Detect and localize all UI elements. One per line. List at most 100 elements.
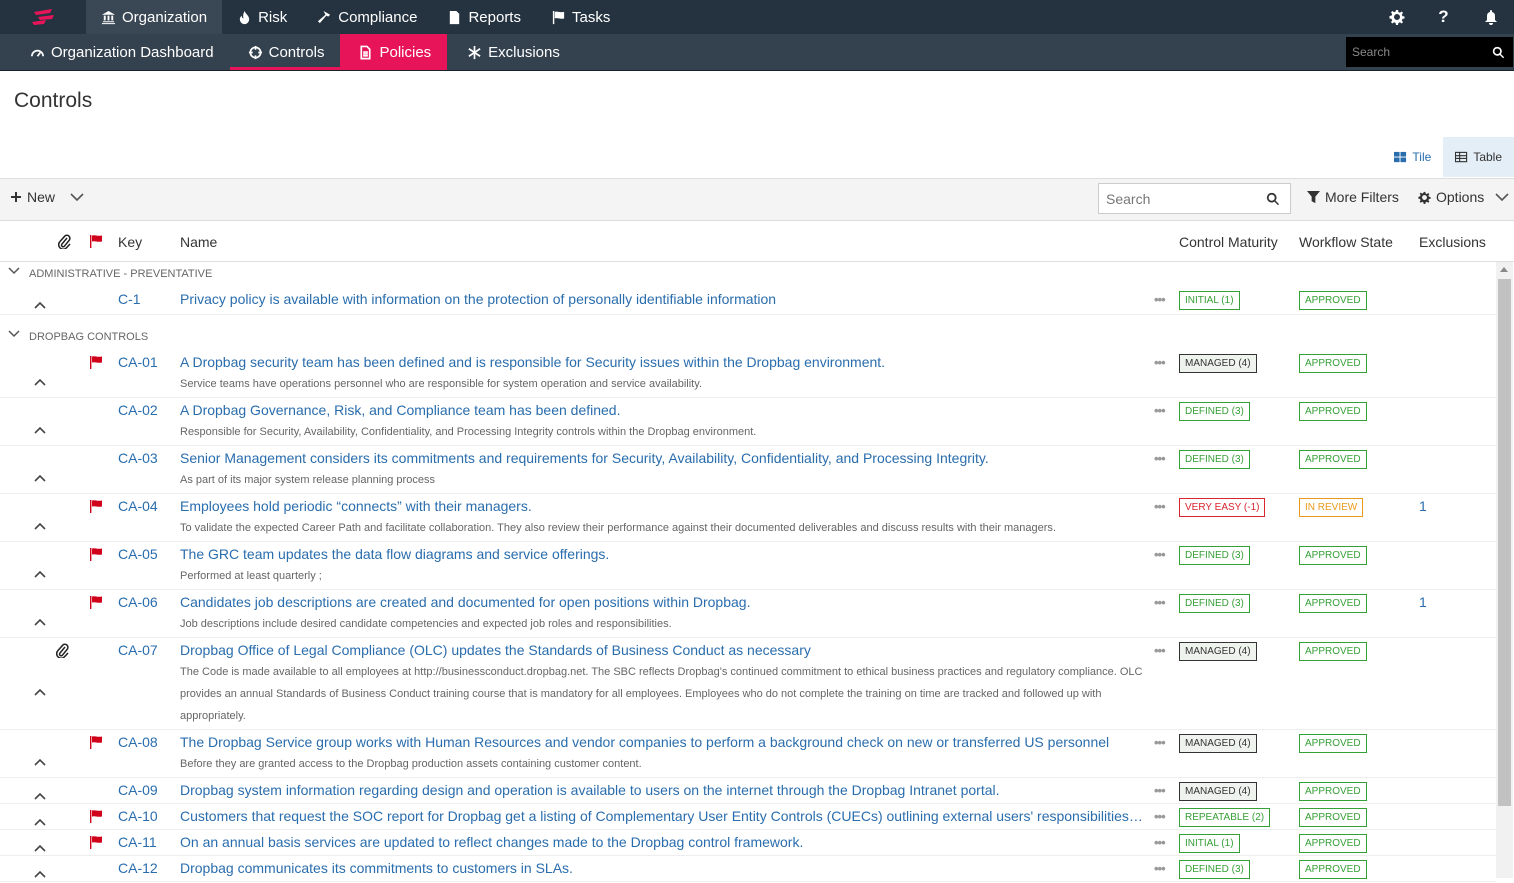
top-nav-reports[interactable]: Reports <box>432 0 536 34</box>
more-actions-icon[interactable]: ••• <box>1154 403 1166 418</box>
flag-icon[interactable] <box>89 735 103 754</box>
chevron-up-icon[interactable] <box>34 421 46 439</box>
flag-icon[interactable] <box>89 835 103 854</box>
table-row[interactable]: CA-07 Dropbag Office of Legal Compliance … <box>0 638 1496 730</box>
header-control-maturity[interactable]: Control Maturity <box>1179 234 1278 250</box>
table-row[interactable]: CA-01 A Dropbag security team has been de… <box>0 350 1496 398</box>
more-actions-icon[interactable]: ••• <box>1154 451 1166 466</box>
control-key[interactable]: CA-12 <box>118 860 158 876</box>
flag-icon[interactable] <box>89 809 103 828</box>
control-name[interactable]: Privacy policy is available with informa… <box>180 291 776 307</box>
chevron-down-icon[interactable] <box>1495 193 1509 202</box>
control-name[interactable]: On an annual basis services are updated … <box>180 834 803 850</box>
more-actions-icon[interactable]: ••• <box>1154 783 1166 798</box>
chevron-up-icon[interactable] <box>34 373 46 391</box>
more-actions-icon[interactable]: ••• <box>1154 355 1166 370</box>
paperclip-icon[interactable] <box>55 643 69 663</box>
scroll-thumb[interactable] <box>1498 279 1511 806</box>
control-key[interactable]: CA-01 <box>118 354 158 370</box>
top-nav-risk[interactable]: Risk <box>222 0 302 34</box>
more-filters-button[interactable]: More Filters <box>1307 189 1399 205</box>
control-key[interactable]: CA-04 <box>118 498 158 514</box>
flag-icon[interactable] <box>89 595 103 614</box>
control-name[interactable]: Customers that request the SOC report fo… <box>180 808 1144 824</box>
top-nav-organization[interactable]: Organization <box>86 0 223 34</box>
global-search-input[interactable] <box>1352 45 1492 59</box>
control-name[interactable]: The Dropbag Service group works with Hum… <box>180 734 1109 750</box>
control-key[interactable]: CA-06 <box>118 594 158 610</box>
app-logo[interactable] <box>0 0 86 34</box>
exclusions-count-link[interactable]: 1 <box>1419 594 1427 610</box>
more-actions-icon[interactable]: ••• <box>1154 547 1166 562</box>
more-actions-icon[interactable]: ••• <box>1154 735 1166 750</box>
subnav-policies[interactable]: Policies <box>340 34 448 70</box>
control-key[interactable]: C-1 <box>118 291 141 307</box>
options-button[interactable]: Options <box>1418 189 1484 205</box>
more-actions-icon[interactable]: ••• <box>1154 595 1166 610</box>
control-name[interactable]: Senior Management considers its commitme… <box>180 450 989 466</box>
subnav-exclusions[interactable]: Exclusions <box>447 34 576 70</box>
search-icon[interactable] <box>1266 192 1280 206</box>
chevron-up-icon[interactable] <box>34 787 46 805</box>
table-row[interactable]: CA-10 Customers that request the SOC repo… <box>0 804 1496 830</box>
control-key[interactable]: CA-11 <box>118 834 157 850</box>
control-name[interactable]: Dropbag Office of Legal Compliance (OLC)… <box>180 642 811 658</box>
header-key[interactable]: Key <box>118 234 142 250</box>
flag-icon[interactable] <box>89 499 103 518</box>
chevron-down-icon[interactable] <box>8 266 20 278</box>
more-actions-icon[interactable]: ••• <box>1154 292 1166 307</box>
control-key[interactable]: CA-09 <box>118 782 158 798</box>
table-view-button[interactable]: Table <box>1443 137 1514 177</box>
more-actions-icon[interactable]: ••• <box>1154 643 1166 658</box>
table-row[interactable]: CA-11 On an annual basis services are upd… <box>0 830 1496 856</box>
control-name[interactable]: Candidates job descriptions are created … <box>180 594 750 610</box>
control-name[interactable]: Employees hold periodic “connects” with … <box>180 498 532 514</box>
table-row[interactable]: CA-06 Candidates job descriptions are cre… <box>0 590 1496 638</box>
chevron-up-icon[interactable] <box>34 296 46 314</box>
new-button[interactable]: New <box>10 189 55 205</box>
header-workflow-state[interactable]: Workflow State <box>1299 234 1393 250</box>
chevron-up-icon[interactable] <box>34 865 46 883</box>
table-row[interactable]: CA-03 Senior Management considers its com… <box>0 446 1496 494</box>
chevron-up-icon[interactable] <box>34 613 46 631</box>
top-nav-tasks[interactable]: Tasks <box>536 0 625 34</box>
table-row[interactable]: CA-08 The Dropbag Service group works wit… <box>0 730 1496 778</box>
more-actions-icon[interactable]: ••• <box>1154 499 1166 514</box>
table-row[interactable]: CA-05 The GRC team updates the data flow … <box>0 542 1496 590</box>
control-key[interactable]: CA-10 <box>118 808 158 824</box>
more-actions-icon[interactable]: ••• <box>1154 861 1166 876</box>
group-header[interactable]: ADMINISTRATIVE - PREVENTATIVE <box>0 265 1496 285</box>
control-key[interactable]: CA-02 <box>118 402 158 418</box>
chevron-up-icon[interactable] <box>34 813 46 831</box>
header-exclusions[interactable]: Exclusions <box>1419 234 1486 250</box>
control-name[interactable]: A Dropbag Governance, Risk, and Complian… <box>180 402 621 418</box>
table-search-input[interactable] <box>1106 190 1266 207</box>
chevron-up-icon[interactable] <box>34 839 46 857</box>
table-row[interactable]: CA-04 Employees hold periodic “connects” … <box>0 494 1496 542</box>
chevron-up-icon[interactable] <box>34 469 46 487</box>
flag-icon[interactable] <box>89 355 103 374</box>
subnav-organization-dashboard[interactable]: Organization Dashboard <box>0 34 230 70</box>
control-key[interactable]: CA-07 <box>118 642 158 658</box>
scrollbar[interactable] <box>1496 262 1513 878</box>
exclusions-count-link[interactable]: 1 <box>1419 498 1427 514</box>
header-name[interactable]: Name <box>180 234 217 250</box>
search-icon[interactable] <box>1492 46 1505 59</box>
scroll-up-arrow[interactable] <box>1500 267 1508 272</box>
top-nav-compliance[interactable]: Compliance <box>302 0 432 34</box>
more-actions-icon[interactable]: ••• <box>1154 835 1166 850</box>
control-key[interactable]: CA-03 <box>118 450 158 466</box>
table-row[interactable]: C-1 Privacy policy is available with info… <box>0 287 1496 315</box>
gear-icon[interactable] <box>1373 0 1420 34</box>
flag-icon[interactable] <box>89 547 103 566</box>
table-row[interactable]: CA-02 A Dropbag Governance, Risk, and Com… <box>0 398 1496 446</box>
chevron-down-icon[interactable] <box>70 193 84 202</box>
paperclip-icon[interactable] <box>58 234 71 249</box>
control-key[interactable]: CA-05 <box>118 546 158 562</box>
more-actions-icon[interactable]: ••• <box>1154 809 1166 824</box>
table-row[interactable]: CA-09 Dropbag system information regardin… <box>0 778 1496 804</box>
flag-icon[interactable] <box>89 234 103 248</box>
control-key[interactable]: CA-08 <box>118 734 158 750</box>
chevron-up-icon[interactable] <box>34 517 46 535</box>
group-header[interactable]: DROPBAG CONTROLS <box>0 328 1496 348</box>
